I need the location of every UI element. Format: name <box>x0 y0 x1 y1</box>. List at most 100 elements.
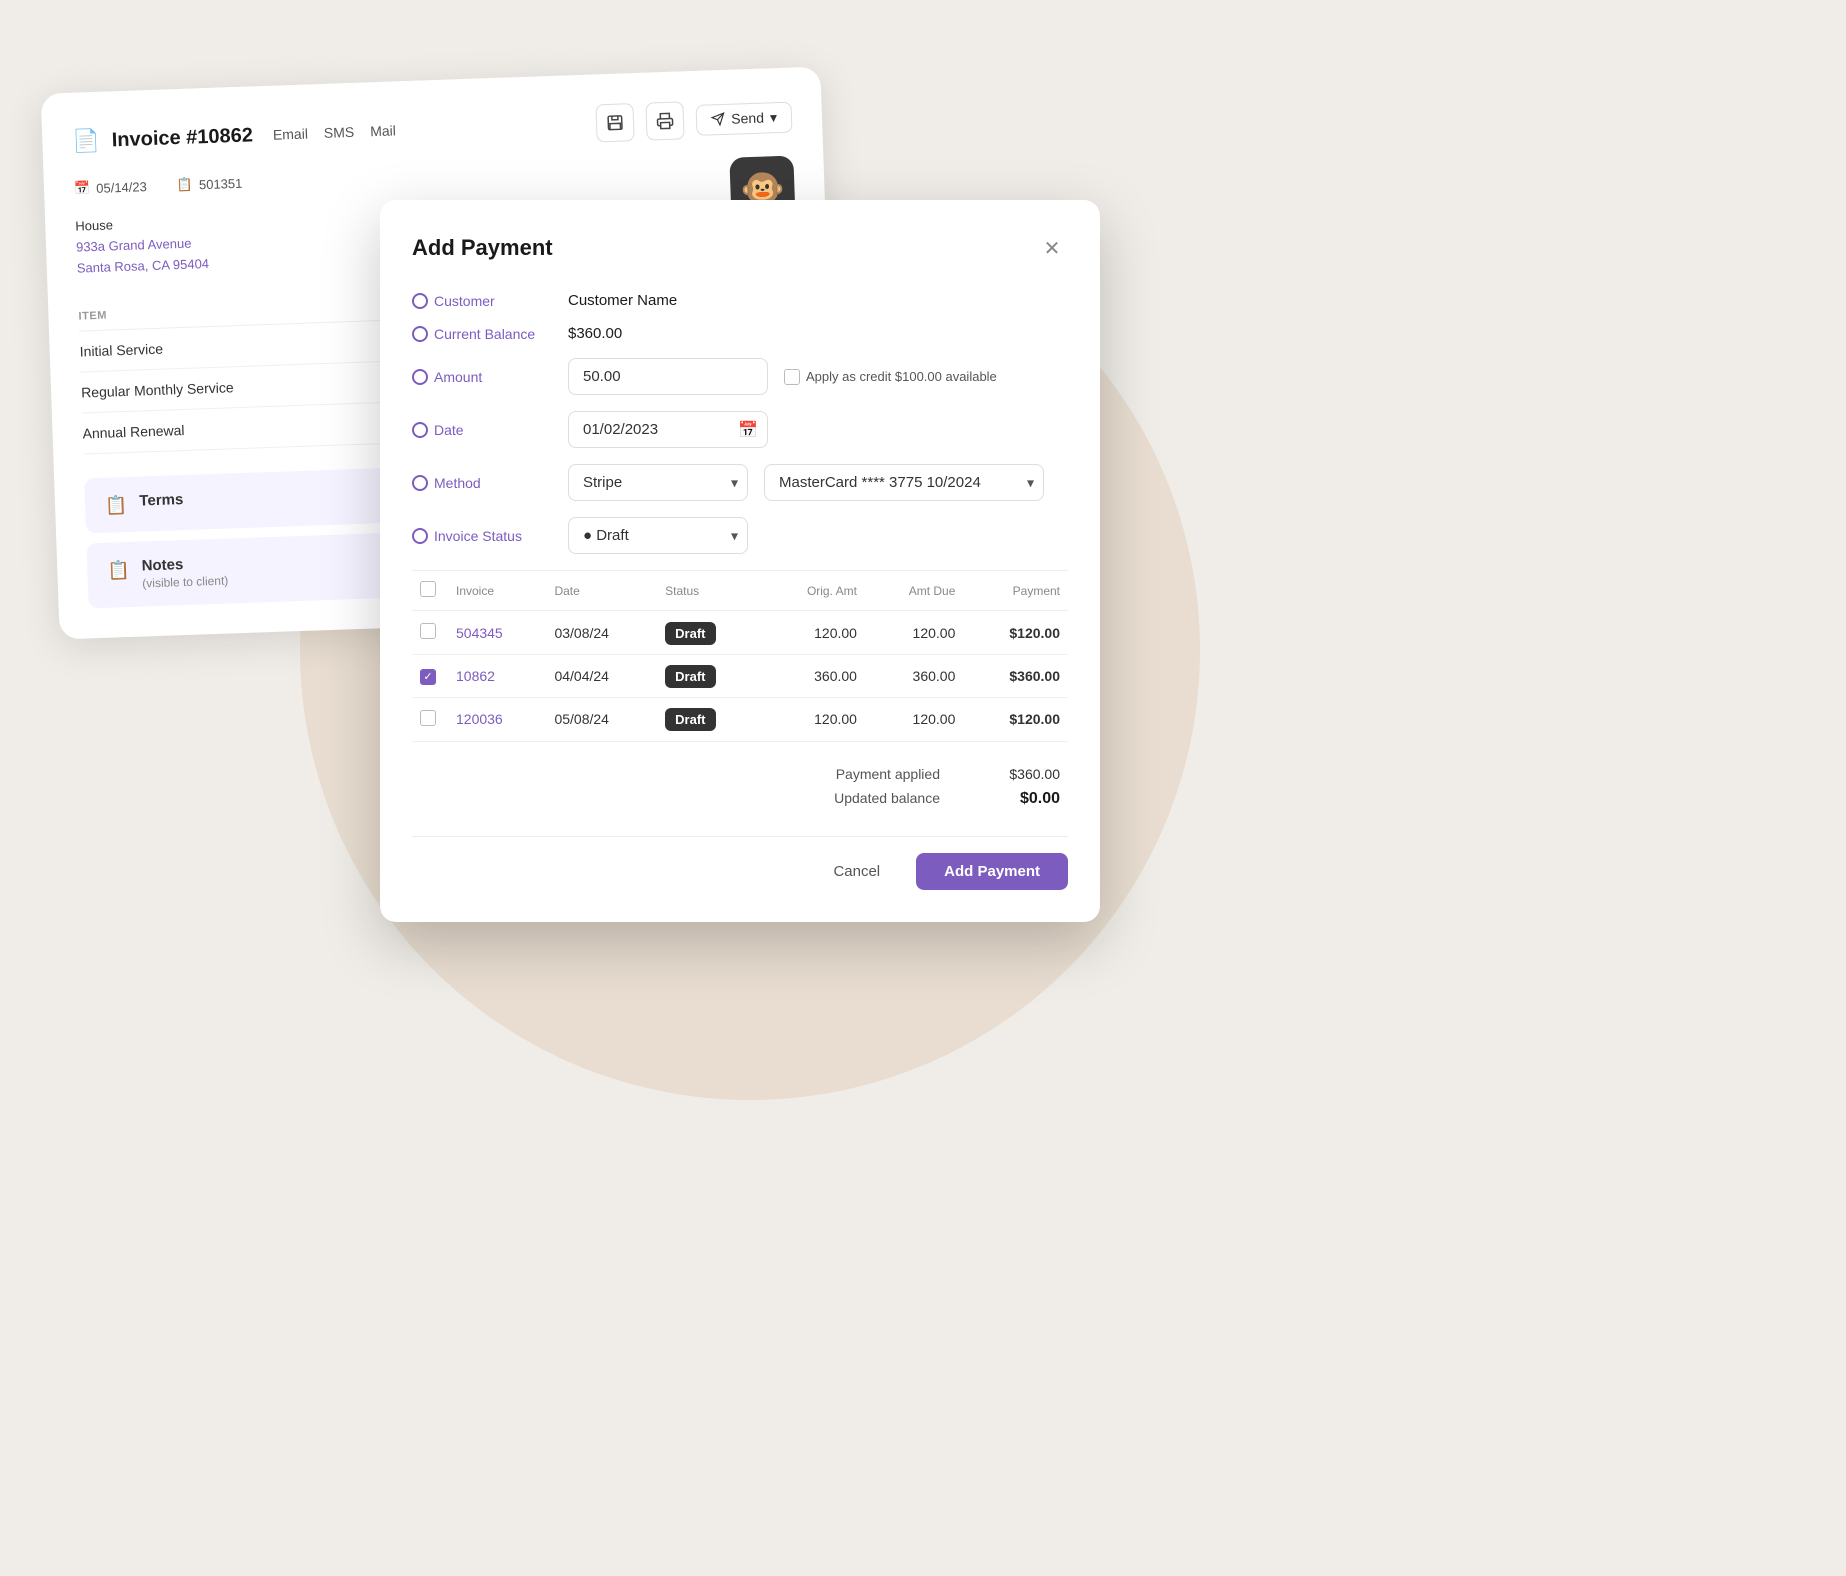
updated-balance-value: $0.00 <box>980 790 1060 808</box>
amt-due-cell: 120.00 <box>865 697 963 741</box>
date-input-wrap: 📅 <box>568 411 768 448</box>
label-dot-icon <box>412 528 428 544</box>
street-link[interactable]: 933a Grand Avenue <box>76 235 192 254</box>
save-button[interactable] <box>596 103 635 142</box>
status-select[interactable]: ● Draft Sent Paid Overdue <box>568 517 748 554</box>
method-select[interactable]: Stripe Cash Check Other <box>568 464 748 501</box>
payment-cell: $360.00 <box>963 655 1068 698</box>
status-cell: Draft <box>657 611 761 655</box>
row-checkbox-cell[interactable] <box>412 611 448 655</box>
nav-sms[interactable]: SMS <box>324 124 355 141</box>
date-cell: 04/04/24 <box>546 655 657 698</box>
invoice-num-cell: 10862 <box>448 655 546 698</box>
terms-icon: 📋 <box>105 495 128 517</box>
orig-amt-cell: 120.00 <box>761 697 865 741</box>
payment-cell: $120.00 <box>963 611 1068 655</box>
invoice-link[interactable]: 504345 <box>456 625 503 641</box>
add-payment-modal: Add Payment ✕ Customer Customer Name Cur… <box>380 200 1100 922</box>
close-icon: ✕ <box>1044 236 1061 261</box>
city-link[interactable]: Santa Rosa, CA 95404 <box>77 256 210 276</box>
balance-label: Current Balance <box>412 326 552 342</box>
terms-label: Terms <box>139 491 183 510</box>
print-button[interactable] <box>646 101 685 140</box>
notes-sublabel: (visible to client) <box>142 574 228 591</box>
invoice-link[interactable]: 120036 <box>456 711 503 727</box>
updated-balance-label: Updated balance <box>834 790 940 808</box>
amount-label: Amount <box>412 369 552 385</box>
amount-input[interactable] <box>568 358 768 395</box>
label-dot-icon <box>412 326 428 342</box>
invoice-status-row: Invoice Status ● Draft Sent Paid Overdue… <box>412 517 1068 554</box>
send-label: Send <box>731 110 764 127</box>
nav-email[interactable]: Email <box>273 125 309 142</box>
balance-value: $360.00 <box>568 325 622 342</box>
credit-label[interactable]: Apply as credit $100.00 available <box>784 369 997 385</box>
status-badge: Draft <box>665 622 715 645</box>
status-badge: Draft <box>665 708 715 731</box>
amount-row: Amount Apply as credit $100.00 available <box>412 358 1068 395</box>
col-orig-amt: Orig. Amt <box>761 571 865 611</box>
modal-header: Add Payment ✕ <box>412 232 1068 264</box>
status-select-wrap: ● Draft Sent Paid Overdue ▾ <box>568 517 748 554</box>
updated-balance-row: Updated balance $0.00 <box>412 786 1068 812</box>
col-payment: Payment <box>963 571 1068 611</box>
amt-due-cell: 360.00 <box>865 655 963 698</box>
label-dot-icon <box>412 475 428 491</box>
invoice-nav-links: Email SMS Mail <box>273 122 397 142</box>
date-cell: 03/08/24 <box>546 611 657 655</box>
meta-order: 📋 501351 <box>176 175 242 193</box>
method-label: Method <box>412 475 552 491</box>
col-amt-due: Amt Due <box>865 571 963 611</box>
date-label: Date <box>412 422 552 438</box>
notes-icon: 📋 <box>107 560 130 582</box>
invoice-num-cell: 120036 <box>448 697 546 741</box>
row-checkbox-cell[interactable] <box>412 697 448 741</box>
cancel-button[interactable]: Cancel <box>809 853 904 890</box>
label-dot-icon <box>412 369 428 385</box>
payment-cell: $120.00 <box>963 697 1068 741</box>
credit-text: Apply as credit $100.00 available <box>806 369 997 384</box>
modal-title: Add Payment <box>412 235 553 261</box>
row-checkbox[interactable] <box>420 710 436 726</box>
calendar-icon: 📅 <box>74 180 91 197</box>
card-select-wrap: MasterCard **** 3775 10/2024 ▾ <box>764 464 1044 501</box>
status-label: Invoice Status <box>412 528 552 544</box>
method-row: Method Stripe Cash Check Other ▾ MasterC… <box>412 464 1068 501</box>
col-status: Status <box>657 571 761 611</box>
date-row: Date 📅 <box>412 411 1068 448</box>
payment-applied-value: $360.00 <box>980 766 1060 782</box>
label-dot-icon <box>412 422 428 438</box>
label-dot-icon <box>412 293 428 309</box>
status-badge: Draft <box>665 665 715 688</box>
send-button[interactable]: Send ▾ <box>696 101 793 135</box>
modal-footer: Cancel Add Payment <box>412 836 1068 890</box>
invoice-header: 📄 Invoice #10862 Email SMS Mail Send ▾ <box>72 98 793 161</box>
order-icon: 📋 <box>176 177 193 194</box>
row-checkbox-cell[interactable]: ✓ <box>412 655 448 698</box>
modal-invoice-table: Invoice Date Status Orig. Amt Amt Due Pa… <box>412 570 1068 742</box>
card-select[interactable]: MasterCard **** 3775 10/2024 <box>764 464 1044 501</box>
nav-mail[interactable]: Mail <box>370 122 396 139</box>
customer-row: Customer Customer Name <box>412 292 1068 309</box>
col-checkbox <box>412 571 448 611</box>
status-cell: Draft <box>657 655 761 698</box>
modal-close-button[interactable]: ✕ <box>1036 232 1068 264</box>
invoice-address: House 933a Grand Avenue Santa Rosa, CA 9… <box>75 211 245 279</box>
row-checkbox-checked[interactable]: ✓ <box>420 669 436 685</box>
add-payment-button[interactable]: Add Payment <box>916 853 1068 890</box>
orig-amt-cell: 360.00 <box>761 655 865 698</box>
orig-amt-cell: 120.00 <box>761 611 865 655</box>
notes-label: Notes <box>141 555 228 575</box>
credit-checkbox[interactable] <box>784 369 800 385</box>
row-checkbox[interactable] <box>420 623 436 639</box>
invoice-icon: 📄 <box>72 128 100 155</box>
header-checkbox[interactable] <box>420 581 436 597</box>
invoice-title: Invoice #10862 <box>111 124 253 152</box>
date-cell: 05/08/24 <box>546 697 657 741</box>
amt-due-cell: 120.00 <box>865 611 963 655</box>
invoice-row-1: 504345 03/08/24 Draft 120.00 120.00 $120… <box>412 611 1068 655</box>
col-invoice: Invoice <box>448 571 546 611</box>
invoice-num-cell: 504345 <box>448 611 546 655</box>
invoice-link[interactable]: 10862 <box>456 668 495 684</box>
invoice-row-2: ✓ 10862 04/04/24 Draft 360.00 360.00 $36… <box>412 655 1068 698</box>
